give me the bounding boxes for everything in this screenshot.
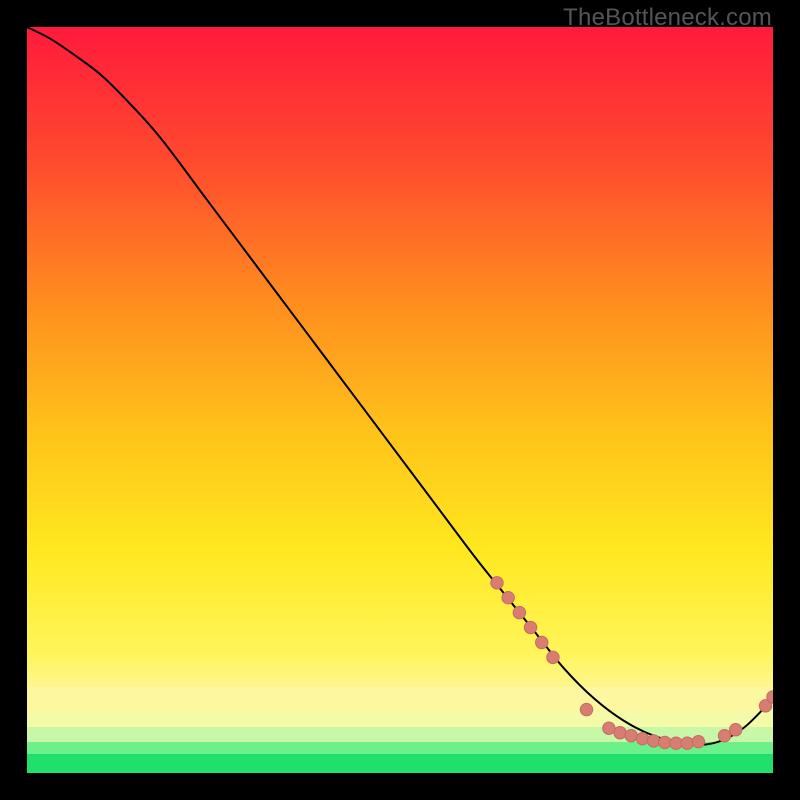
data-dot [502, 591, 514, 603]
data-dot [659, 736, 671, 748]
data-dot [692, 735, 704, 747]
bottleneck-curve-path [27, 27, 773, 745]
data-dot [625, 730, 637, 742]
data-dot [614, 727, 626, 739]
data-dot [636, 732, 648, 744]
data-dot [536, 636, 548, 648]
data-dots-group [491, 577, 773, 750]
data-dot [681, 737, 693, 749]
chart-svg [27, 27, 773, 773]
data-dot [491, 577, 503, 589]
plot-area [27, 27, 773, 773]
curve-group [27, 27, 773, 745]
data-dot [603, 722, 615, 734]
data-dot [718, 730, 730, 742]
data-dot [524, 621, 536, 633]
data-dot [580, 703, 592, 715]
data-dot [647, 735, 659, 747]
data-dot [670, 737, 682, 749]
data-dot [513, 606, 525, 618]
data-dot [547, 651, 559, 663]
data-dot [730, 724, 742, 736]
